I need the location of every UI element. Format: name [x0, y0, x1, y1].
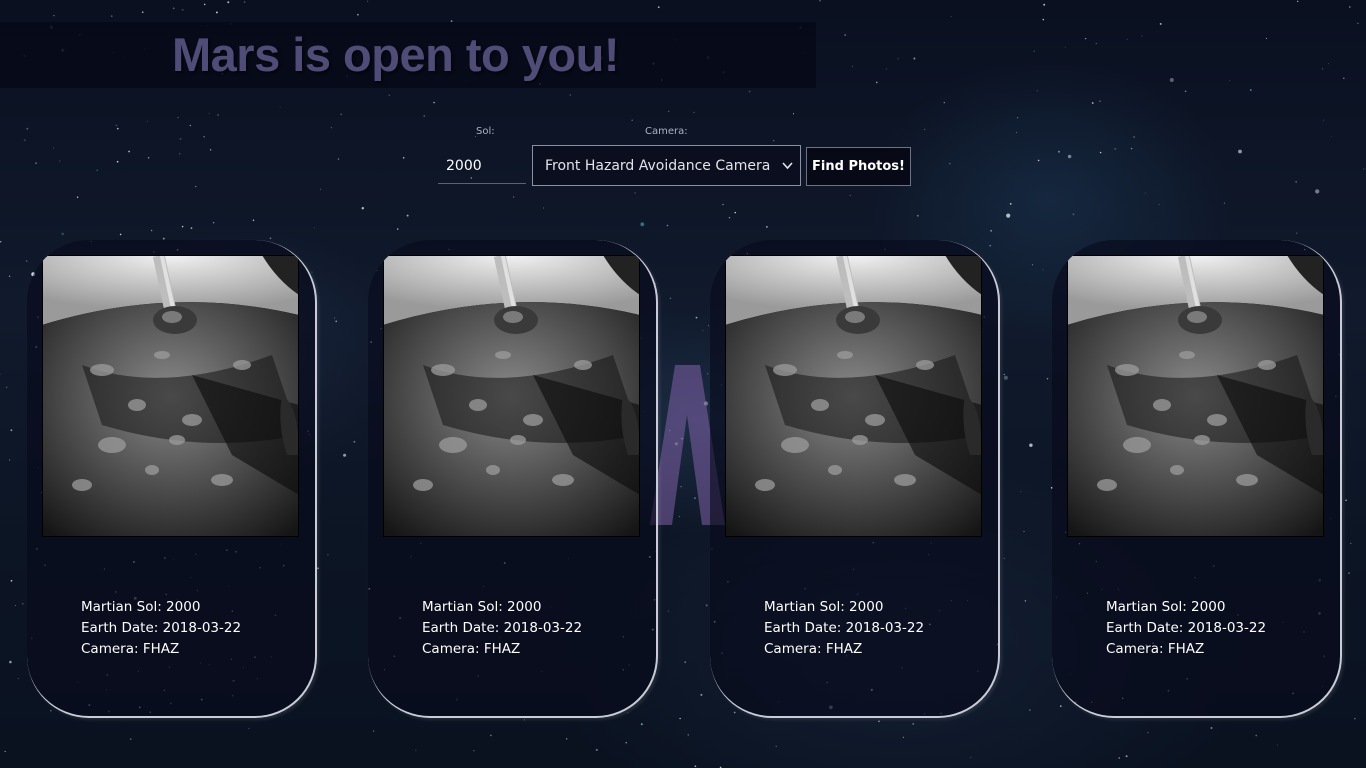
camera-text: Camera: FHAZ	[422, 641, 521, 657]
chevron-down-icon	[782, 162, 793, 170]
photo-info: Martian Sol: 2000 Earth Date: 2018-03-22 C…	[764, 597, 924, 660]
photo-card: Martian Sol: 2000 Earth Date: 2018-03-22 C…	[368, 240, 658, 718]
sol-label: Sol:	[476, 126, 495, 137]
earth-date-text: Earth Date: 2018-03-22	[764, 620, 925, 636]
rover-photo[interactable]	[383, 255, 640, 537]
photo-card: Martian Sol: 2000 Earth Date: 2018-03-22 C…	[1052, 240, 1342, 718]
sol-input[interactable]	[438, 148, 526, 184]
rover-photo[interactable]	[725, 255, 982, 537]
photo-info: Martian Sol: 2000 Earth Date: 2018-03-22 C…	[1106, 597, 1266, 660]
camera-select[interactable]: Front Hazard Avoidance Camera	[532, 145, 801, 186]
photo-card: Martian Sol: 2000 Earth Date: 2018-03-22 C…	[710, 240, 1000, 718]
camera-selected-value: Front Hazard Avoidance Camera	[545, 157, 771, 174]
photo-card: Martian Sol: 2000 Earth Date: 2018-03-22 C…	[27, 240, 317, 718]
page-title: Mars is open to you!	[172, 28, 620, 81]
photo-info: Martian Sol: 2000 Earth Date: 2018-03-22 C…	[422, 597, 582, 660]
find-photos-button[interactable]: Find Photos!	[806, 147, 911, 186]
martian-sol-text: Martian Sol: 2000	[81, 599, 201, 615]
camera-text: Camera: FHAZ	[1106, 641, 1205, 657]
earth-date-text: Earth Date: 2018-03-22	[422, 620, 583, 636]
martian-sol-text: Martian Sol: 2000	[764, 599, 884, 615]
camera-label: Camera:	[645, 126, 688, 137]
rover-photo[interactable]	[42, 255, 299, 537]
rover-photo[interactable]	[1067, 255, 1324, 537]
martian-sol-text: Martian Sol: 2000	[422, 599, 542, 615]
earth-date-text: Earth Date: 2018-03-22	[1106, 620, 1267, 636]
camera-text: Camera: FHAZ	[764, 641, 863, 657]
earth-date-text: Earth Date: 2018-03-22	[81, 620, 242, 636]
photo-info: Martian Sol: 2000 Earth Date: 2018-03-22 C…	[81, 597, 241, 660]
martian-sol-text: Martian Sol: 2000	[1106, 599, 1226, 615]
camera-text: Camera: FHAZ	[81, 641, 180, 657]
